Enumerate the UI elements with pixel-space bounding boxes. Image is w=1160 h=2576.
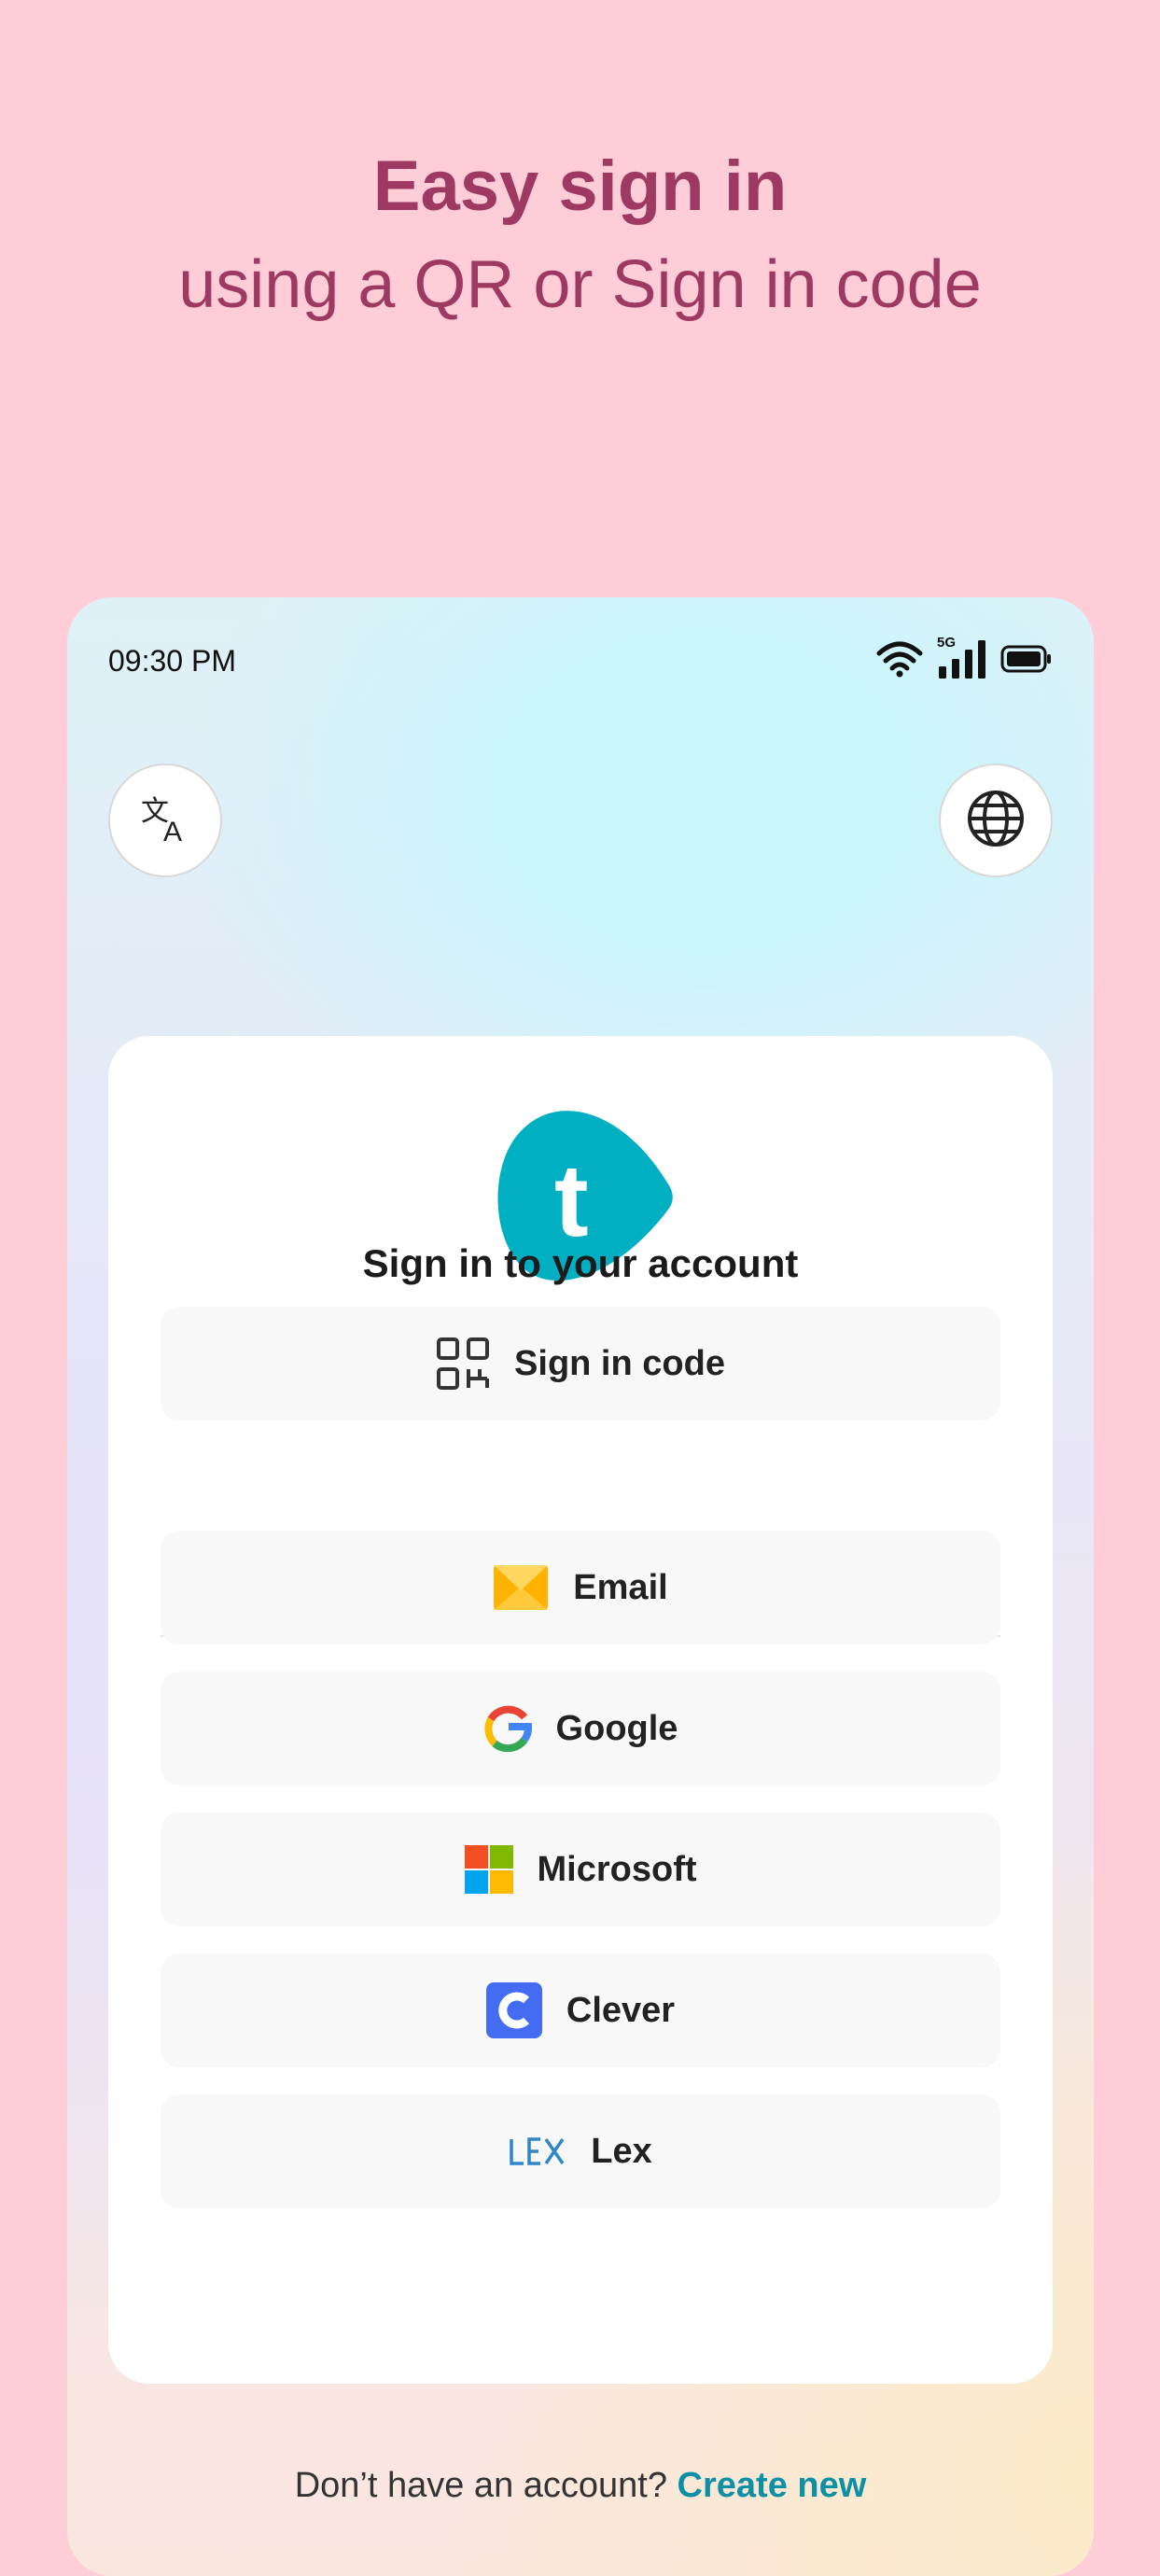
email-label: Email <box>573 1567 668 1607</box>
sign-in-card: t Sign in to your account Sign in code o… <box>108 1036 1053 2384</box>
svg-text:A: A <box>163 817 182 847</box>
qr-code-icon <box>436 1337 490 1391</box>
google-icon <box>483 1704 532 1753</box>
promo-headline: Easy sign in using a QR or Sign in code <box>0 140 1160 336</box>
language-button[interactable]: 文 A <box>108 763 222 877</box>
status-bar: 09:30 PM 5G <box>108 635 1053 691</box>
google-sign-in-button[interactable]: Google <box>161 1672 1000 1785</box>
phone-screen: 09:30 PM 5G 文 A t Sign in to your accoun… <box>67 597 1094 2576</box>
clever-icon <box>485 1982 542 2038</box>
wifi-icon <box>875 640 924 682</box>
lex-icon <box>509 2135 566 2167</box>
region-button[interactable] <box>939 763 1053 877</box>
signup-prompt-text: Don’t have an account? <box>294 2466 667 2505</box>
promo-title: Easy sign in <box>372 147 788 226</box>
promo-subtitle: using a QR or Sign in code <box>178 247 982 322</box>
lex-label: Lex <box>591 2131 652 2171</box>
lex-sign-in-button[interactable]: Lex <box>161 2094 1000 2208</box>
globe-icon <box>966 789 1026 853</box>
status-icons: 5G <box>875 635 1053 684</box>
email-icon <box>493 1564 549 1611</box>
sign-in-code-label: Sign in code <box>514 1343 725 1383</box>
microsoft-label: Microsoft <box>537 1849 697 1889</box>
battery-icon <box>1000 644 1053 679</box>
clever-label: Clever <box>566 1990 676 2030</box>
google-label: Google <box>555 1708 678 1748</box>
sign-in-code-button[interactable]: Sign in code <box>161 1307 1000 1421</box>
microsoft-sign-in-button[interactable]: Microsoft <box>161 1813 1000 1926</box>
card-title: Sign in to your account <box>362 1241 799 1285</box>
cellular-signal-icon: 5G <box>937 635 987 684</box>
microsoft-icon <box>464 1845 513 1894</box>
signup-prompt: Don’t have an account? Create new <box>67 2466 1094 2506</box>
create-account-link[interactable]: Create new <box>678 2466 867 2505</box>
status-time: 09:30 PM <box>108 644 236 678</box>
translate-icon: 文 A <box>137 791 193 851</box>
clever-sign-in-button[interactable]: Clever <box>161 1953 1000 2067</box>
email-sign-in-button[interactable]: Email <box>161 1531 1000 1645</box>
